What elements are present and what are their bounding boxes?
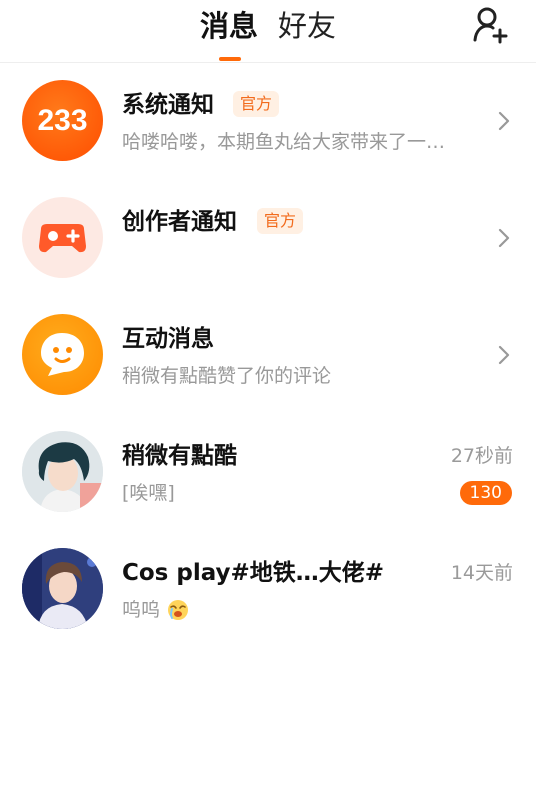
list-item-creator-notice[interactable]: 创作者通知 官方 [0, 179, 536, 296]
chevron-right-icon [498, 228, 510, 248]
conversation-title: 互动消息 [122, 326, 214, 352]
233-logo-icon: 233 [22, 80, 103, 161]
user-avatar[interactable] [22, 548, 103, 629]
preview-text: 呜呜 [122, 599, 161, 621]
conversation-title: 稍微有點酷 [122, 443, 237, 469]
tab-friends[interactable]: 好友 [278, 6, 336, 46]
list-item-system-notice[interactable]: 233 系统通知 官方 哈喽哈喽，本期鱼丸给大家带来了一… [0, 62, 536, 179]
conversation-preview: 哈喽哈喽，本期鱼丸给大家带来了一… [122, 131, 446, 153]
active-tab-indicator [219, 57, 241, 61]
crying-face-emoji [168, 600, 189, 620]
top-bar: 消息 好友 [0, 0, 536, 63]
official-badge: 官方 [257, 208, 304, 234]
timestamp: 14天前 [450, 562, 513, 584]
timestamp: 27秒前 [450, 445, 513, 467]
unread-count-badge: 130 [459, 481, 512, 505]
list-item-chat[interactable]: 稍微有點酷 [唉嘿] 27秒前 130 [0, 413, 536, 530]
official-badge: 官方 [233, 91, 280, 117]
conversation-preview: [唉嘿] [122, 482, 175, 504]
list-item-interaction[interactable]: 互动消息 稍微有點酷赞了你的评论 [0, 296, 536, 413]
chat-bubble-icon [22, 314, 103, 395]
gamepad-icon [22, 197, 103, 278]
chevron-right-icon [498, 345, 510, 365]
conversation-title: 创作者通知 [122, 209, 237, 235]
233-logo-text: 233 [37, 104, 87, 137]
tab-messages[interactable]: 消息 [200, 6, 258, 46]
chevron-right-icon [498, 111, 510, 131]
user-avatar[interactable] [22, 431, 103, 512]
conversation-title: Cos play#地铁…大佬# [122, 560, 385, 586]
conversation-preview: 呜呜 [122, 597, 422, 623]
list-item-chat[interactable]: Cos play#地铁…大佬# 呜呜 14天前 [0, 530, 536, 647]
add-user-icon[interactable] [472, 6, 508, 44]
conversation-title: 系统通知 [122, 92, 214, 118]
conversation-preview: 稍微有點酷赞了你的评论 [122, 365, 332, 387]
